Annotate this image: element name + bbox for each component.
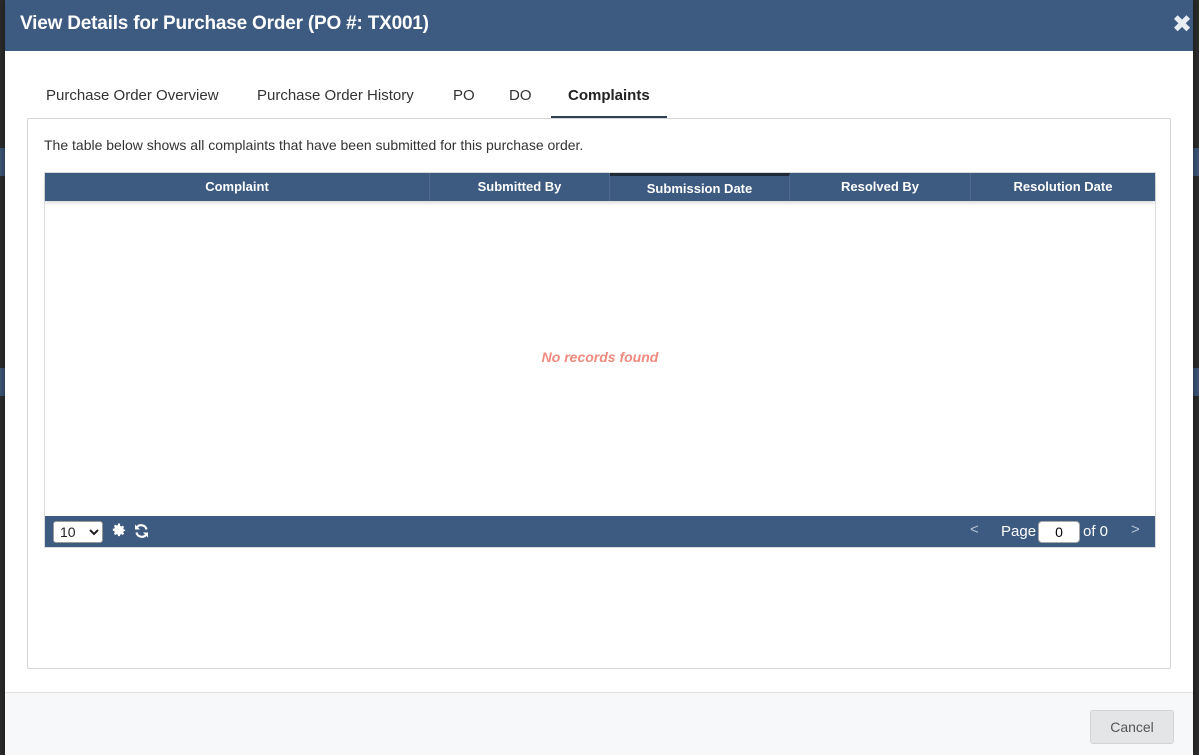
column-header-submitted-by[interactable]: Submitted By [430, 173, 610, 201]
modal-footer: Cancel [5, 692, 1193, 755]
modal-title: View Details for Purchase Order (PO #: T… [20, 13, 429, 34]
page-size-select[interactable]: 10 [53, 521, 103, 543]
grid-pager: 10 < Page of 0 > [45, 516, 1155, 547]
tab-do[interactable]: DO [509, 80, 532, 116]
purchase-order-modal: View Details for Purchase Order (PO #: T… [5, 0, 1193, 755]
column-header-submission-date[interactable]: Submission Date [610, 173, 790, 201]
complaints-panel: The table below shows all complaints tha… [27, 118, 1171, 669]
refresh-icon[interactable] [132, 521, 150, 541]
complaints-grid: Complaint Submitted By Submission Date R… [44, 172, 1156, 548]
tab-purchase-order-overview[interactable]: Purchase Order Overview [46, 80, 219, 116]
column-header-resolution-date[interactable]: Resolution Date [971, 173, 1155, 201]
empty-message: No records found [541, 349, 659, 365]
grid-header: Complaint Submitted By Submission Date R… [45, 173, 1155, 201]
column-header-resolved-by[interactable]: Resolved By [790, 173, 971, 201]
page-number-input[interactable] [1038, 521, 1080, 543]
close-icon[interactable]: ✖ [1171, 12, 1193, 38]
column-header-complaint[interactable]: Complaint [45, 173, 430, 201]
page-label: Page [1001, 523, 1037, 540]
tab-purchase-order-history[interactable]: Purchase Order History [257, 80, 414, 116]
modal-header: View Details for Purchase Order (PO #: T… [5, 0, 1193, 51]
cancel-button[interactable]: Cancel [1090, 710, 1174, 744]
page-count-label: of 0 [1083, 523, 1109, 540]
next-page-button[interactable]: > [1131, 521, 1140, 538]
gear-icon[interactable] [110, 521, 128, 541]
panel-description: The table below shows all complaints tha… [44, 137, 584, 153]
tab-complaints[interactable]: Complaints [551, 80, 667, 118]
prev-page-button[interactable]: < [970, 521, 979, 538]
tab-po[interactable]: PO [453, 80, 475, 116]
